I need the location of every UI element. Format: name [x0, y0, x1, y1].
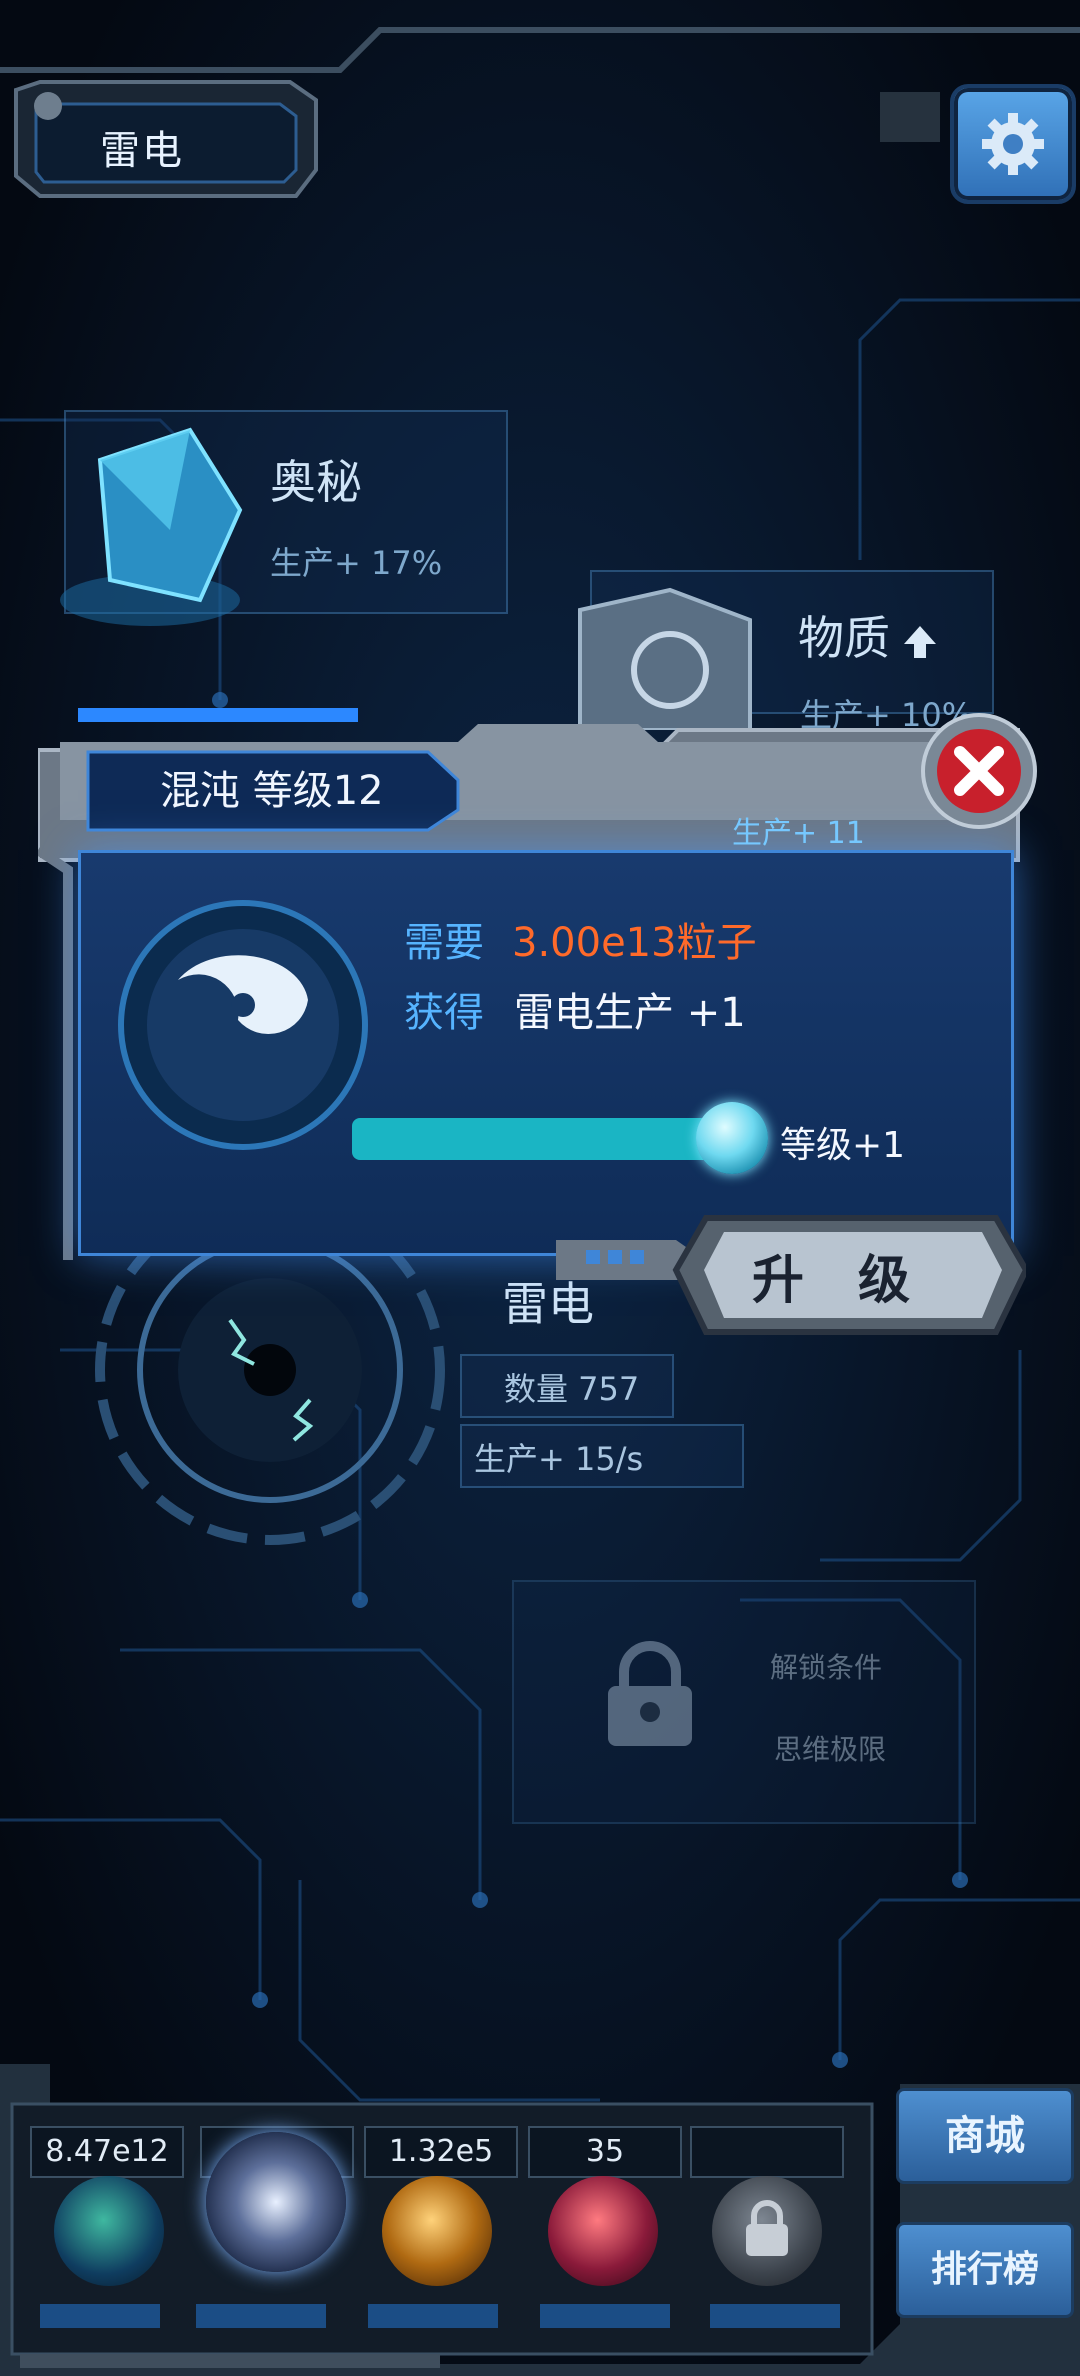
lock-icon	[746, 2200, 788, 2256]
level-progress-bar	[352, 1118, 732, 1160]
arcane-production: 生产+ 17%	[270, 544, 443, 582]
arrow-up-icon	[904, 626, 936, 658]
page-title: 雷电	[100, 128, 184, 174]
require-label: 需要	[404, 920, 484, 966]
gear-icon	[982, 113, 1044, 175]
shop-button[interactable]: 商城	[896, 2088, 1074, 2184]
close-button[interactable]	[920, 712, 1038, 830]
level-delta: 等级+1	[780, 1125, 906, 1166]
fire-orb-tab[interactable]	[382, 2176, 492, 2286]
thunder-production: 生产+ 15/s	[474, 1440, 644, 1478]
unlock-condition-label: 解锁条件	[770, 1651, 883, 1684]
thunder-count: 数量 757	[504, 1370, 640, 1408]
level-slider-knob[interactable]	[696, 1102, 768, 1174]
dialog-title: 混沌 等级12	[160, 768, 384, 814]
settings-button[interactable]	[950, 84, 1076, 204]
chaos-orb-icon	[118, 900, 368, 1150]
resource-particles: 8.47e12	[30, 2126, 184, 2178]
matter-title: 物质	[798, 611, 890, 665]
arcane-crystal-icon	[60, 427, 243, 626]
require-value: 3.00e13粒子	[512, 920, 757, 966]
resource-locked	[690, 2126, 844, 2178]
upgrade-button[interactable]: 升 级	[690, 1238, 990, 1313]
thunder-orb-tab[interactable]	[206, 2132, 346, 2272]
particle-orb-tab[interactable]	[54, 2176, 164, 2286]
brain-orb-tab[interactable]	[548, 2176, 658, 2286]
resource-fire: 1.32e5	[364, 2126, 518, 2178]
dialog-production: 生产+ 11	[732, 816, 865, 851]
unlock-condition-value: 思维极限	[774, 1733, 887, 1766]
locked-card[interactable]	[512, 1580, 976, 1824]
resource-brain: 35	[528, 2126, 682, 2178]
gain-value: 雷电生产 +1	[514, 990, 746, 1036]
lock-icon	[608, 1641, 692, 1746]
gain-label: 获得	[404, 990, 484, 1036]
arcane-title: 奥秘	[270, 455, 362, 509]
ranking-button[interactable]: 排行榜	[896, 2222, 1074, 2318]
